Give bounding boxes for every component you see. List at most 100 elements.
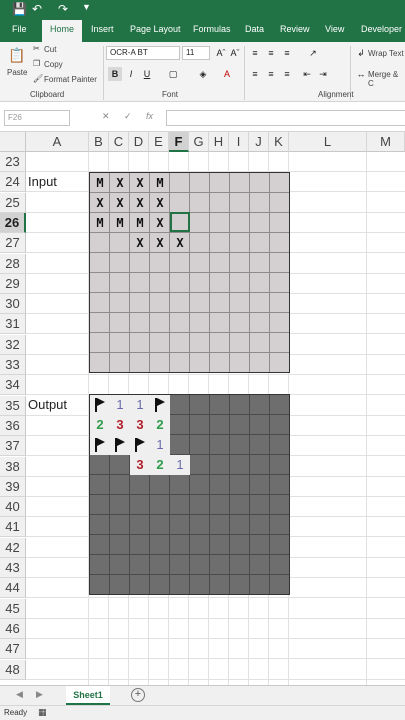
align-right-icon[interactable]: ≡ (280, 67, 294, 81)
row-header-41[interactable]: 41 (0, 517, 26, 538)
align-top-icon[interactable]: ≡ (248, 46, 262, 60)
input-cell[interactable]: X (150, 193, 170, 213)
column-header-e[interactable]: E (149, 132, 169, 152)
flag-cell[interactable] (110, 435, 130, 455)
align-middle-icon[interactable]: ≡ (264, 46, 278, 60)
column-header-d[interactable]: D (129, 132, 149, 152)
active-cell[interactable] (170, 212, 190, 232)
column-header-l[interactable]: L (289, 132, 367, 152)
flag-cell[interactable] (90, 435, 110, 455)
orientation-icon[interactable]: ↗ (306, 46, 320, 60)
underline-button[interactable]: U (140, 67, 154, 81)
input-cell[interactable]: M (90, 213, 110, 233)
column-header-g[interactable]: G (189, 132, 209, 152)
input-cell[interactable]: M (130, 213, 150, 233)
redo-icon[interactable]: ↷ (58, 2, 68, 16)
copy-icon[interactable]: ❐ (33, 59, 40, 68)
row-header-37[interactable]: 37 (0, 436, 26, 457)
row-header-27[interactable]: 27 (0, 233, 26, 254)
font-name-select[interactable]: OCR-A BT (106, 46, 180, 60)
number-cell[interactable]: 3 (110, 415, 130, 435)
flag-cell[interactable] (130, 435, 150, 455)
cut-icon[interactable]: ✂ (33, 44, 40, 53)
input-cell[interactable]: M (150, 173, 170, 193)
row-header-40[interactable]: 40 (0, 497, 26, 518)
tab-insert[interactable]: Insert (91, 24, 114, 34)
row-header-34[interactable]: 34 (0, 375, 26, 396)
row-header-42[interactable]: 42 (0, 537, 26, 558)
row-header-35[interactable]: 35 (0, 395, 26, 416)
merge-center-button[interactable]: Merge & C (368, 70, 405, 88)
column-header-c[interactable]: C (109, 132, 129, 152)
align-left-icon[interactable]: ≡ (248, 67, 262, 81)
row-header-23[interactable]: 23 (0, 152, 26, 172)
row-header-39[interactable]: 39 (0, 476, 26, 497)
input-cell[interactable]: X (150, 233, 170, 253)
number-cell[interactable]: 2 (90, 415, 110, 435)
font-size-select[interactable]: 11 (182, 46, 210, 60)
paste-icon[interactable]: 📋 (8, 48, 26, 66)
number-cell[interactable]: 2 (150, 455, 170, 475)
row-header-30[interactable]: 30 (0, 294, 26, 315)
column-header-a[interactable]: A (26, 132, 89, 152)
borders-icon[interactable]: ▢ (166, 67, 180, 81)
row-header-28[interactable]: 28 (0, 253, 26, 274)
row-header-48[interactable]: 48 (0, 659, 26, 680)
wrap-text-button[interactable]: Wrap Text (368, 49, 404, 58)
name-box[interactable]: F26 (4, 110, 70, 126)
row-header-43[interactable]: 43 (0, 558, 26, 578)
tab-page-layout[interactable]: Page Layout (130, 24, 181, 34)
align-center-icon[interactable]: ≡ (264, 67, 278, 81)
input-cell[interactable]: X (130, 173, 150, 193)
paste-button[interactable]: Paste (7, 68, 27, 77)
column-header-j[interactable]: J (249, 132, 269, 152)
bold-button[interactable]: B (108, 67, 122, 81)
tab-review[interactable]: Review (280, 24, 310, 34)
add-sheet-icon[interactable]: + (131, 688, 145, 702)
column-header-k[interactable]: K (269, 132, 289, 152)
row-header-33[interactable]: 33 (0, 355, 26, 375)
tab-formulas[interactable]: Formulas (193, 24, 231, 34)
customize-icon[interactable]: ▼ (82, 2, 91, 12)
number-cell[interactable]: 3 (130, 415, 150, 435)
italic-button[interactable]: I (124, 67, 138, 81)
column-header-m[interactable]: M (367, 132, 405, 152)
number-cell[interactable]: 1 (130, 395, 150, 415)
flag-cell[interactable] (150, 395, 170, 415)
row-header-26[interactable]: 26 (0, 212, 26, 233)
formula-input[interactable] (166, 110, 405, 126)
decrease-font-icon[interactable]: Aˇ (228, 46, 242, 60)
prev-sheet-icon[interactable]: ◀ (16, 689, 23, 700)
input-cell[interactable]: X (90, 193, 110, 213)
input-cell[interactable]: X (130, 233, 150, 253)
number-cell[interactable]: 3 (130, 455, 150, 475)
tab-home[interactable]: Home (42, 20, 83, 42)
fill-color-icon[interactable]: ◈ (196, 67, 210, 81)
tab-data[interactable]: Data (245, 24, 264, 34)
copy-button[interactable]: Copy (44, 60, 63, 69)
select-all-corner[interactable] (0, 132, 26, 152)
save-icon[interactable]: 💾 (12, 2, 27, 16)
sheet-tab[interactable]: Sheet1 (66, 686, 110, 705)
input-cell[interactable]: X (150, 213, 170, 233)
row-header-31[interactable]: 31 (0, 314, 26, 335)
macro-record-icon[interactable]: ▦ (38, 707, 47, 718)
align-bottom-icon[interactable]: ≡ (280, 46, 294, 60)
row-header-32[interactable]: 32 (0, 334, 26, 355)
row-header-46[interactable]: 46 (0, 618, 26, 639)
column-header-i[interactable]: I (229, 132, 249, 152)
input-cell[interactable]: X (130, 193, 150, 213)
number-cell[interactable]: 1 (170, 455, 190, 475)
input-cell[interactable]: M (110, 213, 130, 233)
function-icon[interactable]: fx (146, 111, 153, 121)
row-header-44[interactable]: 44 (0, 578, 26, 599)
next-sheet-icon[interactable]: ▶ (36, 689, 43, 700)
format-painter-button[interactable]: Format Painter (44, 75, 97, 84)
number-cell[interactable]: 2 (150, 415, 170, 435)
column-header-h[interactable]: H (209, 132, 229, 152)
row-header-45[interactable]: 45 (0, 598, 26, 619)
cut-button[interactable]: Cut (44, 45, 56, 54)
flag-cell[interactable] (90, 395, 110, 415)
column-header-f[interactable]: F (169, 132, 189, 152)
merge-icon[interactable]: ↔ (354, 67, 368, 81)
